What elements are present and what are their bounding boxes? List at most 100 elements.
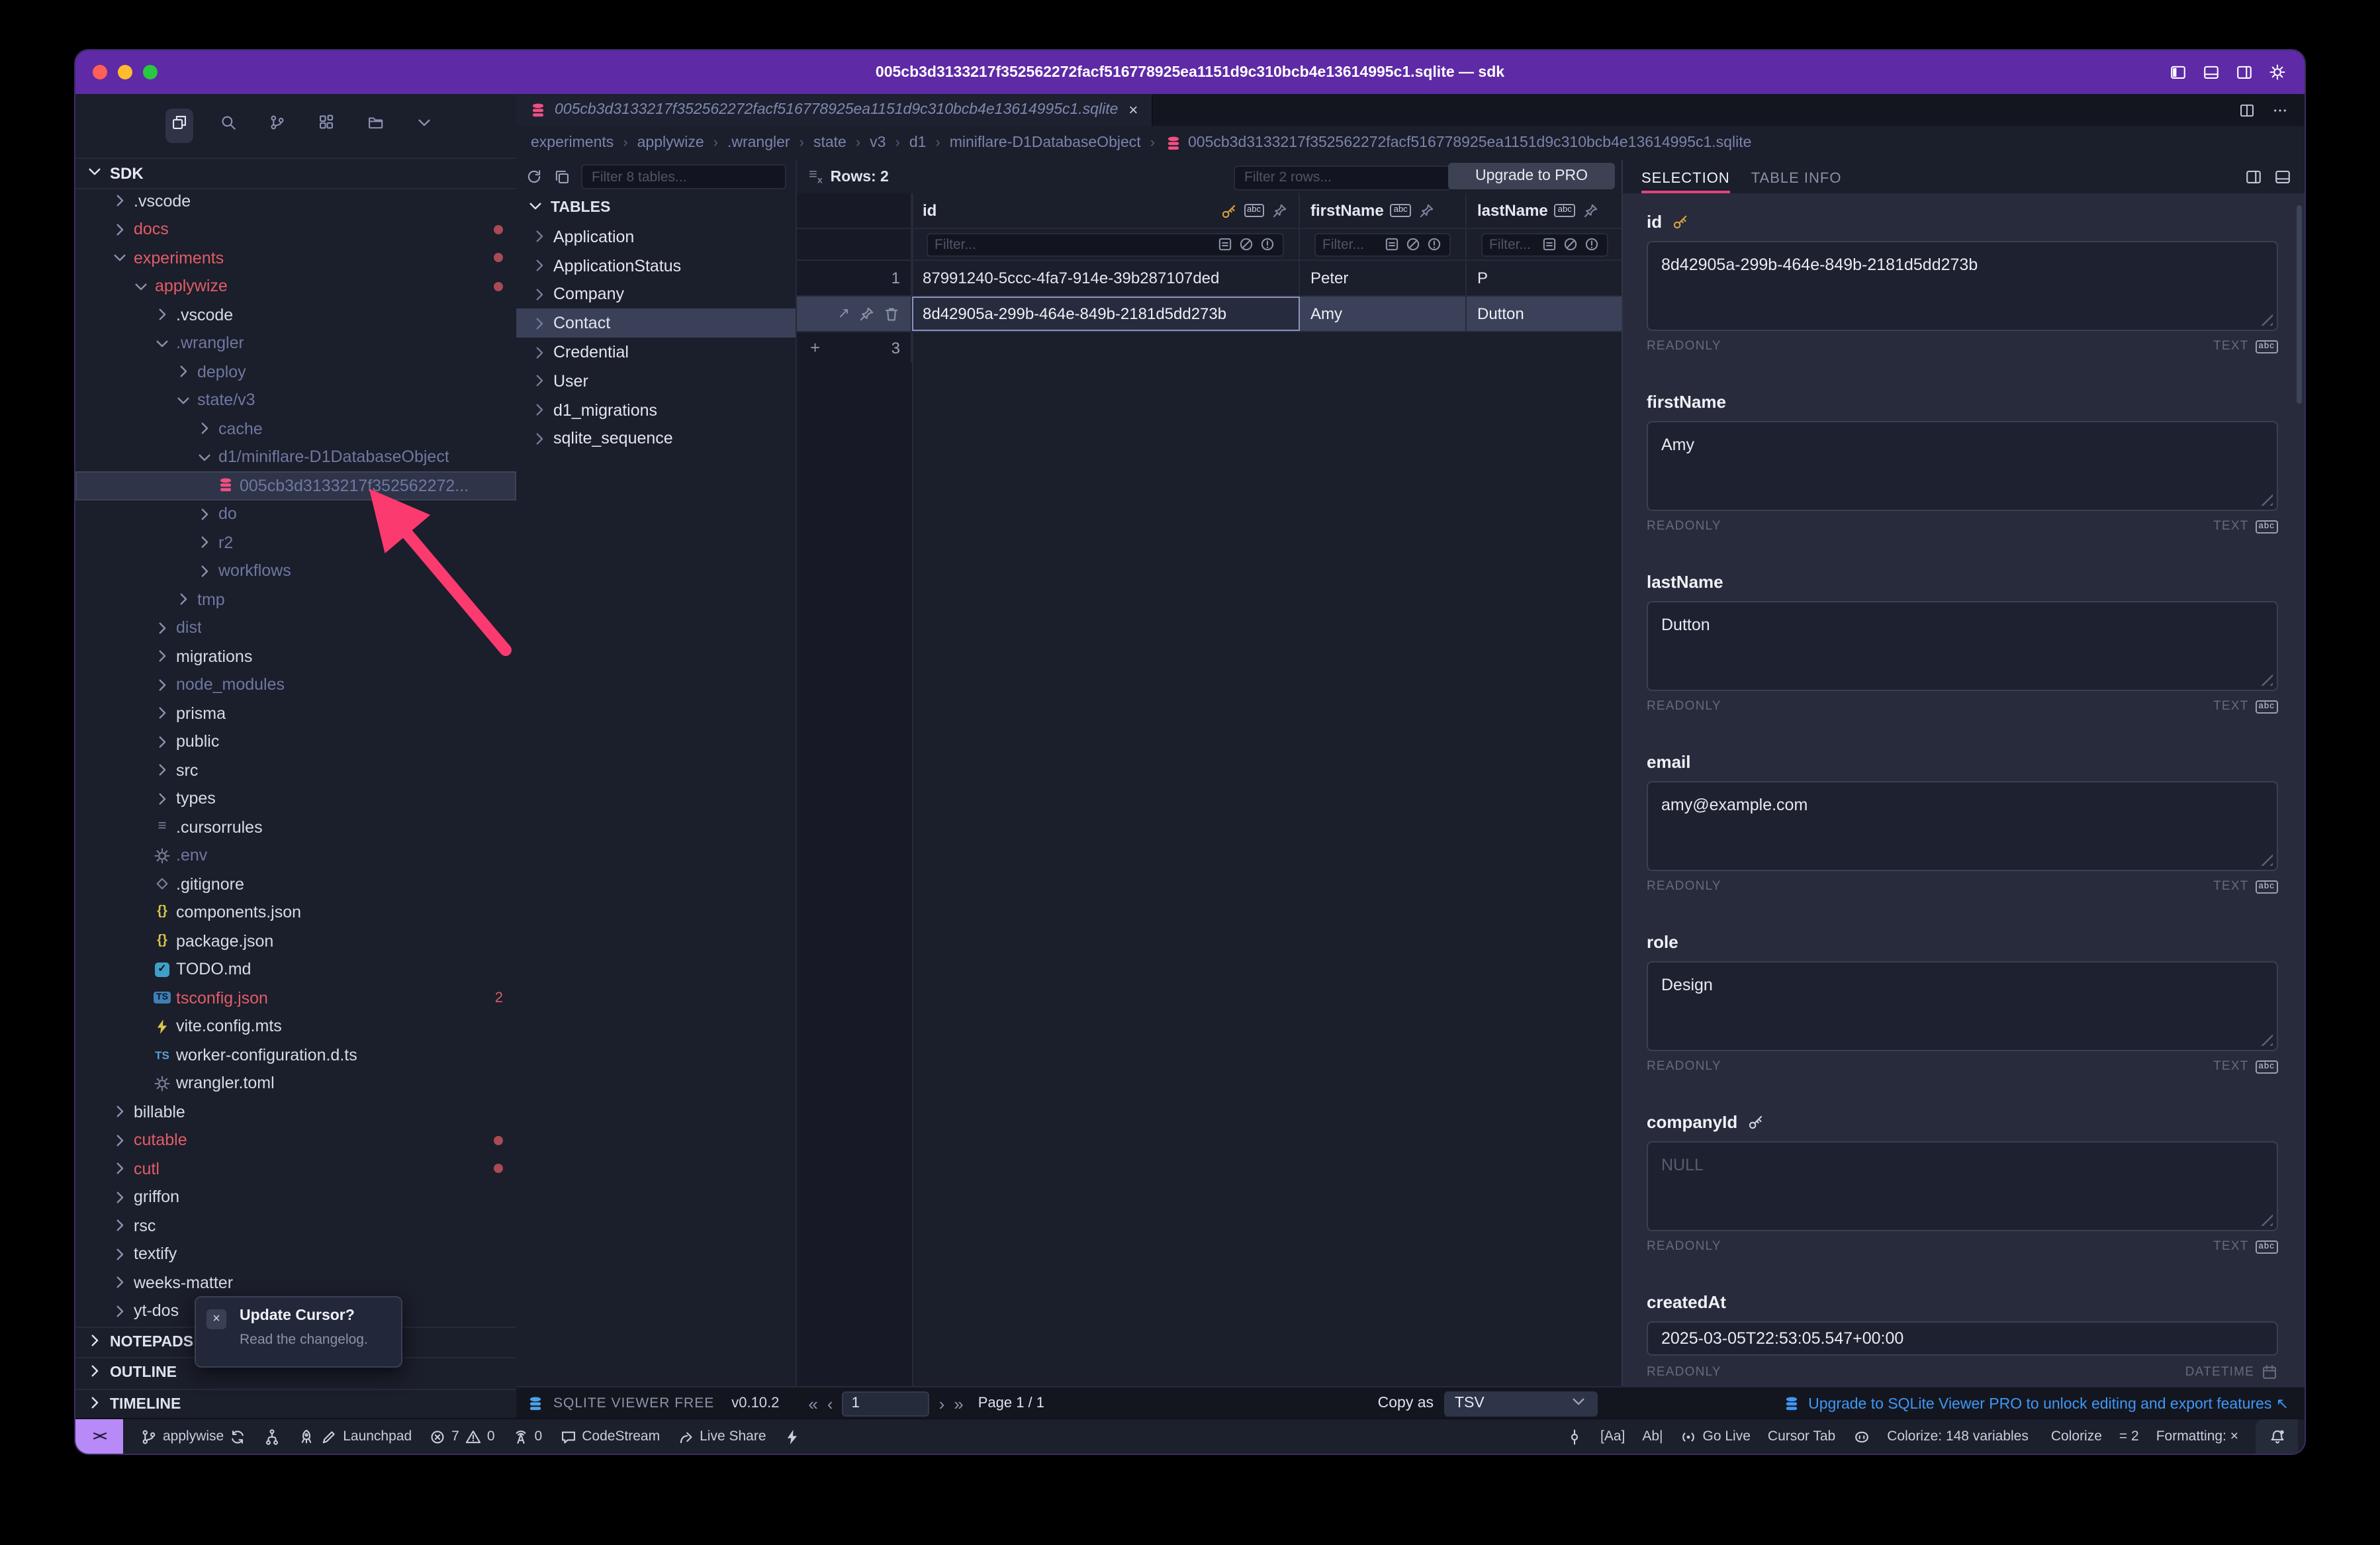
resize-handle[interactable]	[2261, 314, 2273, 326]
status-item-problems[interactable]: 70	[429, 1428, 494, 1445]
layout-sidebar-right-icon[interactable]	[2245, 168, 2262, 185]
tree-item-todo-md[interactable]: ✓TODO.md	[75, 955, 516, 984]
activity-extensions-icon[interactable]	[312, 109, 340, 143]
status-item-git-graph[interactable]	[263, 1428, 281, 1445]
tree-item-types[interactable]: types	[75, 784, 516, 813]
tree-item-worker-configuration-d-ts[interactable]: TSworker-configuration.d.ts	[75, 1041, 516, 1069]
tree-item--cursorrules[interactable]: ≡.cursorrules	[75, 813, 516, 841]
gear-icon[interactable]	[2269, 64, 2286, 81]
pin-icon[interactable]	[858, 305, 875, 322]
tab-selection[interactable]: SELECTION	[1641, 171, 1730, 193]
tree-item-workflows[interactable]: workflows	[75, 557, 516, 585]
status-item-cursor-tab[interactable]: Cursor Tab	[1768, 1428, 1835, 1444]
tree-item-node-modules[interactable]: node_modules	[75, 671, 516, 699]
tree-item-wrangler-toml[interactable]: wrangler.toml	[75, 1069, 516, 1098]
status-item-aa[interactable]: [Aa]	[1600, 1428, 1625, 1444]
column-filter-input[interactable]: Filter...	[927, 232, 1284, 256]
trash-icon[interactable]	[883, 305, 900, 322]
tree-item-cutable[interactable]: cutable	[75, 1126, 516, 1154]
breadcrumb-item[interactable]: miniflare-D1DatabaseObject	[950, 135, 1141, 151]
layout-sidebar-right-icon[interactable]	[2236, 64, 2253, 81]
column-header-firstName[interactable]: firstNameabc	[1300, 193, 1467, 228]
status-item-broadcast[interactable]: 0	[512, 1428, 543, 1445]
status-item-codestream[interactable]: CodeStream	[559, 1428, 660, 1445]
tree-item-applywize[interactable]: applywize	[75, 272, 516, 301]
upgrade-to-pro-button[interactable]: Upgrade to PRO	[1448, 163, 1615, 189]
status-item-ab[interactable]: Ab|	[1642, 1428, 1663, 1444]
layout-panel-icon[interactable]	[2274, 168, 2291, 185]
remote-indicator[interactable]: ><	[75, 1419, 123, 1454]
sidebar-section-timeline[interactable]: TIMELINE	[75, 1388, 516, 1419]
first-page-button[interactable]: «	[808, 1393, 817, 1413]
status-item-copilot[interactable]	[1853, 1428, 1870, 1445]
tables-section-header[interactable]: TABLES	[516, 193, 796, 222]
minimize-window-button[interactable]	[118, 65, 132, 79]
tree-item-billable[interactable]: billable	[75, 1098, 516, 1126]
tree-item-migrations[interactable]: migrations	[75, 642, 516, 671]
field-value-email[interactable]: amy@example.com	[1647, 781, 2278, 871]
scrollbar-thumb[interactable]	[2297, 205, 2302, 404]
activity-source-control-icon[interactable]	[263, 109, 291, 143]
grid-cell[interactable]: 87991240-5ccc-4fa7-914e-39b287107ded	[912, 261, 1300, 295]
copy-format-select[interactable]: TSV	[1444, 1391, 1598, 1416]
upgrade-pro-link[interactable]: Upgrade to SQLite Viewer PRO to unlock e…	[1808, 1394, 2289, 1413]
table-item-d1_migrations[interactable]: d1_migrations	[516, 396, 796, 425]
tree-item-do[interactable]: do	[75, 500, 516, 528]
grid-row[interactable]: ↗8d42905a-299b-464e-849b-2181d5dd273bAmy…	[797, 297, 1622, 332]
tree-item-cache[interactable]: cache	[75, 414, 516, 443]
layout-sidebar-left-icon[interactable]	[2170, 64, 2187, 81]
last-page-button[interactable]: »	[954, 1393, 963, 1413]
tree-item-weeks-matter[interactable]: weeks-matter	[75, 1268, 516, 1297]
add-row[interactable]: +3	[797, 332, 1622, 363]
tree-item-d1-miniflare-d1databaseobject[interactable]: d1/miniflare-D1DatabaseObject	[75, 443, 516, 471]
field-value-firstName[interactable]: Amy	[1647, 421, 2278, 511]
status-item-branch[interactable]: applywise	[140, 1428, 246, 1445]
grid-cell[interactable]: 8d42905a-299b-464e-849b-2181d5dd273b	[912, 297, 1300, 331]
tab-table-info[interactable]: TABLE INFO	[1751, 171, 1842, 193]
breadcrumb-item[interactable]: 005cb3d3133217f352562272facf516778925ea1…	[1164, 134, 1751, 152]
close-icon[interactable]: ×	[206, 1309, 226, 1329]
status-item-commit[interactable]	[1566, 1428, 1583, 1445]
status-item-eq[interactable]: = 2	[2119, 1428, 2139, 1444]
status-item-launchpad[interactable]: Launchpad	[298, 1428, 412, 1445]
split-icon[interactable]	[2238, 101, 2256, 118]
tree-item-docs[interactable]: docs	[75, 215, 516, 244]
tree-item--wrangler[interactable]: .wrangler	[75, 329, 516, 357]
tables-filter-input[interactable]: Filter 8 tables...	[581, 164, 786, 189]
breadcrumb-item[interactable]: .wrangler	[727, 135, 790, 151]
page-number-input[interactable]: 1	[843, 1391, 930, 1416]
breadcrumb-item[interactable]: experiments	[531, 135, 614, 151]
prev-page-button[interactable]: ‹	[827, 1393, 833, 1413]
resize-handle[interactable]	[2261, 1034, 2273, 1046]
more-icon[interactable]	[2271, 101, 2289, 118]
status-item-bolt[interactable]	[784, 1428, 801, 1445]
breadcrumb-item[interactable]: applywize	[637, 135, 704, 151]
tree-item-deploy[interactable]: deploy	[75, 357, 516, 386]
resize-handle[interactable]	[2261, 674, 2273, 686]
tree-item-tsconfig-json[interactable]: TStsconfig.json2	[75, 984, 516, 1012]
breadcrumb-item[interactable]: d1	[909, 135, 927, 151]
tree-item-state-v3[interactable]: state/v3	[75, 386, 516, 414]
field-value-id[interactable]: 8d42905a-299b-464e-849b-2181d5dd273b	[1647, 241, 2278, 331]
grid-cell[interactable]: P	[1467, 261, 1622, 295]
tree-item-package-json[interactable]: {}package.json	[75, 927, 516, 955]
table-menu-icon[interactable]: ≡x	[809, 168, 823, 185]
activity-chevron-down-icon[interactable]	[410, 109, 438, 143]
table-item-applicationstatus[interactable]: ApplicationStatus	[516, 252, 796, 281]
tree-item-005cb3d3133217f352562272-[interactable]: 005cb3d3133217f352562272...	[75, 471, 516, 500]
breadcrumb-item[interactable]: state	[813, 135, 847, 151]
field-value-role[interactable]: Design	[1647, 961, 2278, 1051]
grid-cell[interactable]: Dutton	[1467, 297, 1622, 331]
table-item-contact[interactable]: Contact	[516, 309, 796, 338]
tree-item-cutl[interactable]: cutl	[75, 1154, 516, 1183]
rows-filter-input[interactable]: Filter 2 rows...	[1234, 165, 1451, 190]
tree-item-public[interactable]: public	[75, 727, 516, 756]
layout-panel-icon[interactable]	[2203, 64, 2220, 81]
add-row-icon[interactable]: +	[807, 338, 820, 357]
resize-handle[interactable]	[2261, 494, 2273, 506]
tree-item--gitignore[interactable]: .gitignore	[75, 870, 516, 898]
tree-item-textify[interactable]: textify	[75, 1240, 516, 1268]
maximize-window-button[interactable]	[143, 65, 158, 79]
status-item-go-live[interactable]: Go Live	[1680, 1428, 1751, 1445]
table-item-application[interactable]: Application	[516, 222, 796, 252]
